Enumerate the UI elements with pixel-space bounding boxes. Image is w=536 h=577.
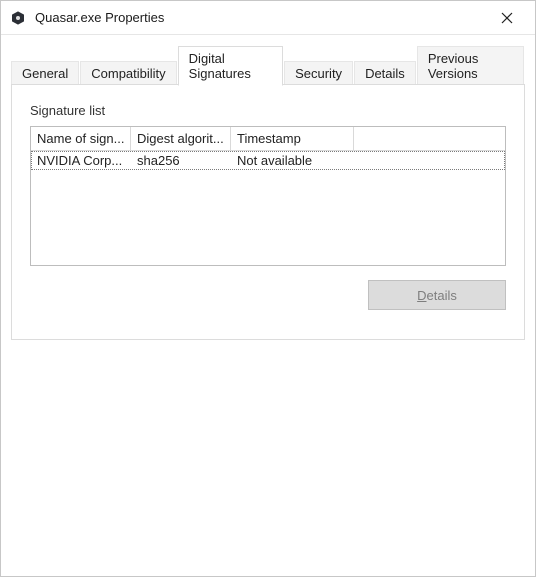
listview-body: NVIDIA Corp... sha256 Not available [31, 151, 505, 265]
cell-timestamp: Not available [231, 151, 354, 170]
close-button[interactable] [487, 4, 527, 32]
window-title: Quasar.exe Properties [35, 10, 164, 25]
button-row: Details [30, 280, 506, 310]
table-row[interactable]: NVIDIA Corp... sha256 Not available [31, 151, 505, 170]
cell-signer: NVIDIA Corp... [31, 151, 131, 170]
tab-previous-versions[interactable]: Previous Versions [417, 46, 524, 86]
tab-details[interactable]: Details [354, 61, 416, 86]
details-button[interactable]: Details [368, 280, 506, 310]
tab-general[interactable]: General [11, 61, 79, 86]
column-header-digest[interactable]: Digest algorit... [131, 127, 231, 150]
signature-listview[interactable]: Name of sign... Digest algorit... Timest… [30, 126, 506, 266]
titlebar: Quasar.exe Properties [1, 1, 535, 35]
column-header-timestamp-label: Timestamp [237, 131, 301, 146]
cell-digest: sha256 [131, 151, 231, 170]
signature-list-label: Signature list [30, 103, 506, 118]
column-header-timestamp[interactable]: Timestamp [231, 127, 354, 150]
app-icon [9, 9, 27, 27]
tab-digital-signatures[interactable]: Digital Signatures [178, 46, 283, 86]
tab-panel-digital-signatures: Signature list Name of sign... Digest al… [11, 84, 525, 340]
tab-security[interactable]: Security [284, 61, 353, 86]
close-icon [501, 12, 513, 24]
column-header-signer-label: Name of sign... [37, 131, 124, 146]
titlebar-left: Quasar.exe Properties [9, 9, 164, 27]
column-header-digest-label: Digest algorit... [137, 131, 224, 146]
column-header-signer[interactable]: Name of sign... [31, 127, 131, 150]
details-button-label: Details [417, 288, 457, 303]
tab-compatibility[interactable]: Compatibility [80, 61, 176, 86]
listview-header: Name of sign... Digest algorit... Timest… [31, 127, 505, 151]
content-area: General Compatibility Digital Signatures… [1, 35, 535, 576]
tabstrip: General Compatibility Digital Signatures… [5, 39, 531, 85]
column-header-spacer [354, 127, 505, 150]
properties-window: Quasar.exe Properties General Compatibil… [0, 0, 536, 577]
